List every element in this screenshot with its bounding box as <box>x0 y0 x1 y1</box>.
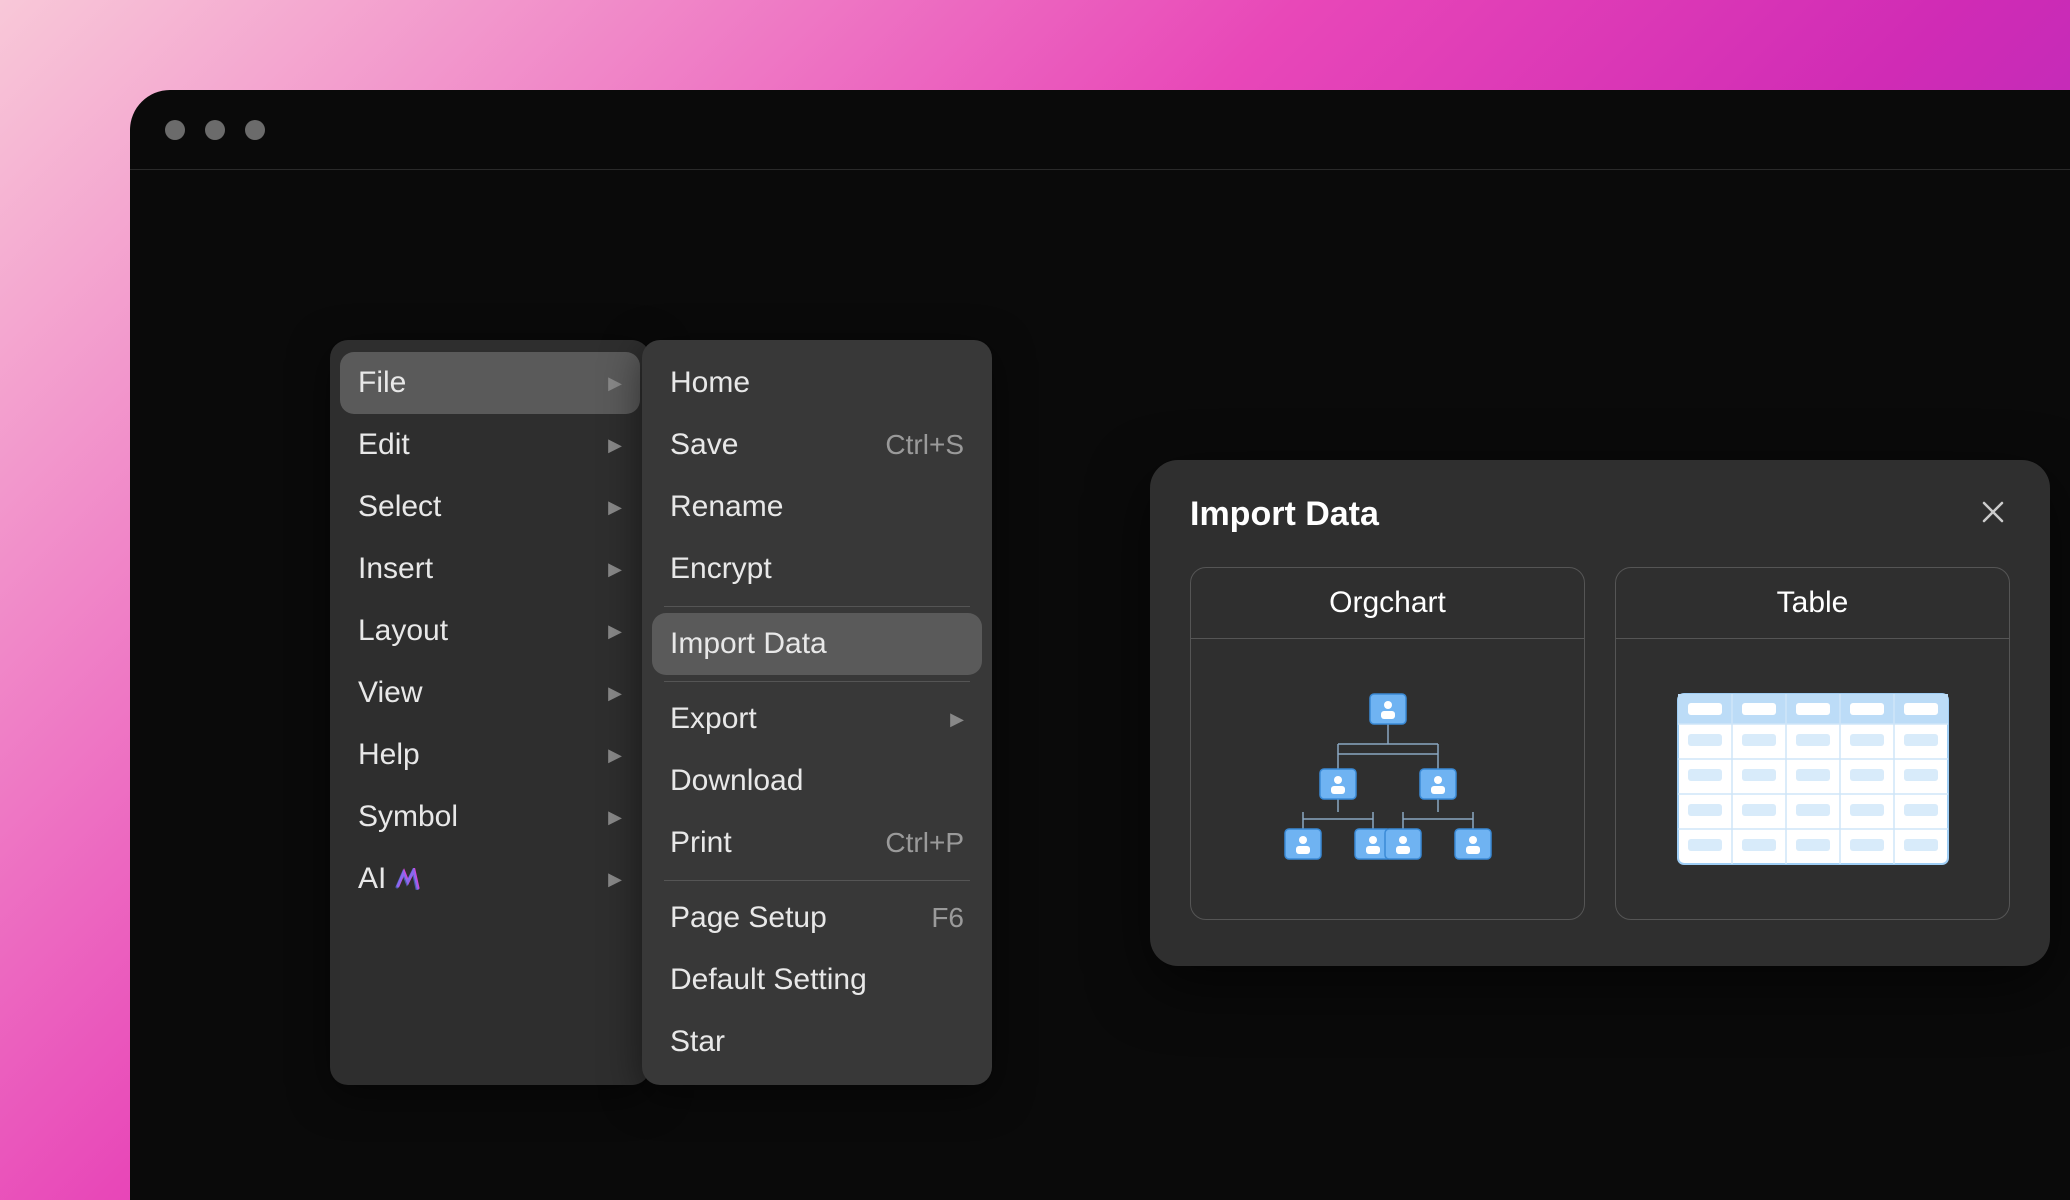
submenu-label: Save <box>670 428 738 462</box>
chevron-right-icon: ▶ <box>608 807 622 828</box>
submenu-home[interactable]: Home <box>642 352 992 414</box>
menu-file[interactable]: File ▶ <box>340 352 640 414</box>
menu-separator <box>664 606 970 607</box>
menu-label: View <box>358 676 422 710</box>
submenu-print[interactable]: Print Ctrl+P <box>642 812 992 874</box>
option-preview <box>1191 639 1584 919</box>
menu-separator <box>664 681 970 682</box>
chevron-right-icon: ▶ <box>608 497 622 518</box>
chevron-right-icon: ▶ <box>608 869 622 890</box>
option-table[interactable]: Table <box>1615 567 2010 920</box>
traffic-dot-minimize[interactable] <box>205 120 225 140</box>
menu-label: Edit <box>358 428 410 462</box>
option-orgchart[interactable]: Orgchart <box>1190 567 1585 920</box>
close-icon[interactable] <box>1976 492 2010 537</box>
menu-label: Help <box>358 738 420 772</box>
menu-label: File <box>358 366 406 400</box>
menu-view[interactable]: View ▶ <box>330 662 650 724</box>
submenu-rename[interactable]: Rename <box>642 476 992 538</box>
traffic-dot-maximize[interactable] <box>245 120 265 140</box>
import-data-dialog: Import Data Orgchart <box>1150 460 2050 966</box>
submenu-encrypt[interactable]: Encrypt <box>642 538 992 600</box>
dialog-title: Import Data <box>1190 495 1379 534</box>
submenu-label: Default Setting <box>670 963 867 997</box>
submenu-label: Rename <box>670 490 783 524</box>
shortcut-text: Ctrl+S <box>885 429 964 461</box>
submenu-export[interactable]: Export ▶ <box>642 688 992 750</box>
menu-select[interactable]: Select ▶ <box>330 476 650 538</box>
chevron-right-icon: ▶ <box>608 621 622 642</box>
submenu-label: Download <box>670 764 803 798</box>
submenu-save[interactable]: Save Ctrl+S <box>642 414 992 476</box>
ai-sparkle-icon <box>394 868 422 890</box>
option-label: Orgchart <box>1191 568 1584 639</box>
chevron-right-icon: ▶ <box>608 435 622 456</box>
submenu-import-data[interactable]: Import Data <box>652 613 982 675</box>
traffic-light-dots <box>165 120 265 140</box>
menu-label-wrap: AI <box>358 862 422 896</box>
submenu-label: Page Setup <box>670 901 827 935</box>
menu-bar: File ▶ Edit ▶ Select ▶ Insert ▶ Layout ▶… <box>330 340 992 1085</box>
titlebar <box>130 90 2070 170</box>
table-icon <box>1673 684 1953 874</box>
primary-menu: File ▶ Edit ▶ Select ▶ Insert ▶ Layout ▶… <box>330 340 650 1085</box>
submenu-star[interactable]: Star <box>642 1011 992 1073</box>
app-window: File ▶ Edit ▶ Select ▶ Insert ▶ Layout ▶… <box>130 90 2070 1200</box>
submenu-label: Star <box>670 1025 725 1059</box>
menu-layout[interactable]: Layout ▶ <box>330 600 650 662</box>
option-preview <box>1616 639 2009 919</box>
menu-label: Layout <box>358 614 448 648</box>
dialog-options: Orgchart <box>1190 567 2010 920</box>
submenu-label: Import Data <box>670 627 827 661</box>
chevron-right-icon: ▶ <box>608 745 622 766</box>
menu-separator <box>664 880 970 881</box>
file-submenu: Home Save Ctrl+S Rename Encrypt Import D… <box>642 340 992 1085</box>
menu-ai[interactable]: AI ▶ <box>330 848 650 910</box>
menu-label: AI <box>358 862 386 896</box>
menu-insert[interactable]: Insert ▶ <box>330 538 650 600</box>
submenu-download[interactable]: Download <box>642 750 992 812</box>
submenu-label: Home <box>670 366 750 400</box>
option-label: Table <box>1616 568 2009 639</box>
menu-label: Select <box>358 490 441 524</box>
menu-edit[interactable]: Edit ▶ <box>330 414 650 476</box>
dialog-header: Import Data <box>1190 492 2010 537</box>
submenu-label: Print <box>670 826 732 860</box>
shortcut-text: F6 <box>931 902 964 934</box>
menu-label: Symbol <box>358 800 458 834</box>
chevron-right-icon: ▶ <box>608 683 622 704</box>
traffic-dot-close[interactable] <box>165 120 185 140</box>
chevron-right-icon: ▶ <box>950 709 964 730</box>
menu-label: Insert <box>358 552 433 586</box>
orgchart-icon <box>1258 684 1518 874</box>
chevron-right-icon: ▶ <box>608 373 622 394</box>
submenu-default-setting[interactable]: Default Setting <box>642 949 992 1011</box>
shortcut-text: Ctrl+P <box>885 827 964 859</box>
submenu-label: Encrypt <box>670 552 772 586</box>
submenu-page-setup[interactable]: Page Setup F6 <box>642 887 992 949</box>
menu-symbol[interactable]: Symbol ▶ <box>330 786 650 848</box>
menu-help[interactable]: Help ▶ <box>330 724 650 786</box>
chevron-right-icon: ▶ <box>608 559 622 580</box>
submenu-label: Export <box>670 702 757 736</box>
